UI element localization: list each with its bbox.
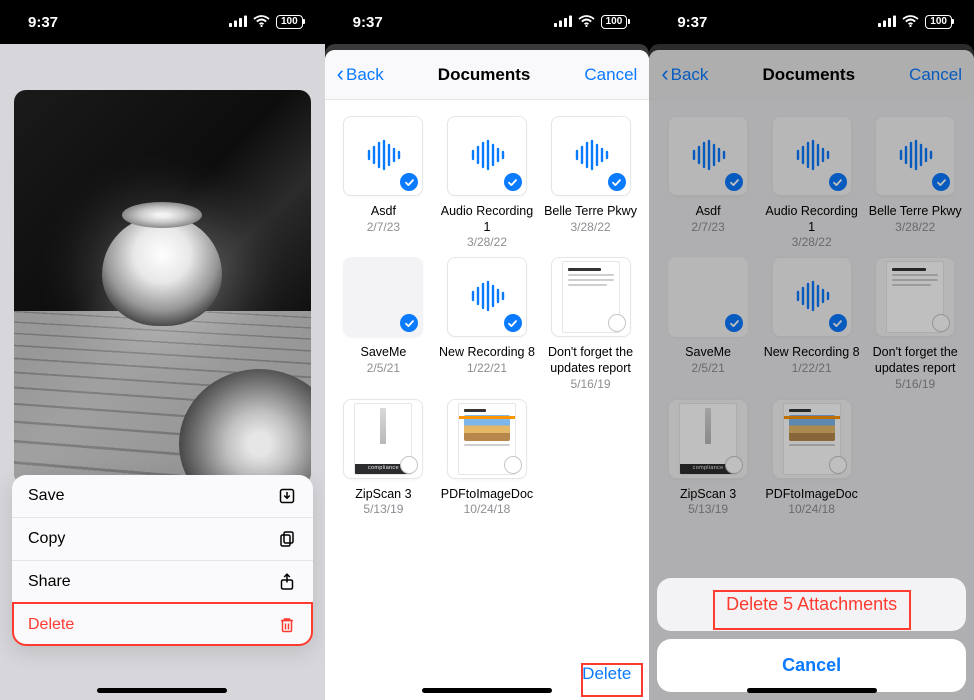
document-item[interactable]: Belle Terre Pkwy3/28/22 bbox=[542, 116, 640, 249]
document-item[interactable]: SaveMe2/5/21 bbox=[335, 257, 433, 390]
status-bar: 9:37 100 bbox=[649, 0, 974, 44]
action-sheet: Delete 5 Attachments Cancel bbox=[657, 578, 966, 692]
unselected-circle-icon bbox=[400, 456, 418, 474]
menu-save[interactable]: Save bbox=[12, 475, 313, 518]
screen-documents-action-sheet: 9:37 100 ‹ Back Documents Cancel Asdf2/7… bbox=[649, 0, 974, 700]
document-thumbnail[interactable] bbox=[551, 116, 631, 196]
document-date: 2/7/23 bbox=[335, 220, 433, 234]
chevron-left-icon: ‹ bbox=[337, 63, 344, 85]
document-name: New Recording 8 bbox=[438, 345, 536, 361]
document-name: SaveMe bbox=[335, 345, 433, 361]
signal-icon bbox=[554, 14, 572, 31]
document-name: PDFtoImageDoc bbox=[438, 487, 536, 503]
unselected-circle-icon bbox=[608, 314, 626, 332]
photo-preview[interactable] bbox=[14, 90, 311, 485]
document-name: Don't forget the updates report bbox=[542, 345, 640, 376]
action-cancel-button[interactable]: Cancel bbox=[657, 639, 966, 692]
status-time: 9:37 bbox=[677, 14, 707, 31]
delete-footer-button[interactable]: Delete bbox=[574, 656, 639, 692]
document-date: 1/22/21 bbox=[438, 361, 536, 375]
checkmark-icon bbox=[400, 173, 418, 191]
status-bar: 9:37 100 bbox=[0, 0, 325, 44]
document-thumbnail[interactable] bbox=[447, 116, 527, 196]
document-item[interactable]: Asdf2/7/23 bbox=[335, 116, 433, 249]
document-thumbnail[interactable] bbox=[447, 257, 527, 337]
document-thumbnail[interactable] bbox=[551, 257, 631, 337]
battery-icon: 100 bbox=[601, 15, 628, 29]
download-icon bbox=[277, 487, 297, 505]
document-date: 3/28/22 bbox=[438, 235, 536, 249]
document-thumbnail[interactable] bbox=[343, 116, 423, 196]
trash-icon bbox=[277, 616, 297, 634]
document-item[interactable]: compliance ZipScan 35/13/19 bbox=[335, 399, 433, 517]
menu-delete-label: Delete bbox=[28, 616, 74, 634]
copy-icon bbox=[277, 530, 297, 548]
document-date: 10/24/18 bbox=[438, 502, 536, 516]
status-time: 9:37 bbox=[353, 14, 383, 31]
menu-delete[interactable]: Delete bbox=[12, 604, 313, 646]
signal-icon bbox=[229, 14, 247, 31]
documents-grid: Asdf2/7/23Audio Recording 13/28/22Belle … bbox=[325, 100, 650, 700]
cancel-button[interactable]: Cancel bbox=[584, 65, 637, 85]
document-date: 5/13/19 bbox=[335, 502, 433, 516]
screen-documents-select: 9:37 100 ‹ Back Documents Cancel Asdf2/7… bbox=[325, 0, 650, 700]
wifi-icon bbox=[578, 14, 595, 31]
document-name: ZipScan 3 bbox=[335, 487, 433, 503]
screen-photo-context-menu: 9:37 100 S bbox=[0, 0, 325, 700]
battery-icon: 100 bbox=[276, 15, 303, 29]
document-date: 5/16/19 bbox=[542, 377, 640, 391]
delete-attachments-button[interactable]: Delete 5 Attachments bbox=[657, 578, 966, 631]
checkmark-icon bbox=[504, 314, 522, 332]
status-time: 9:37 bbox=[28, 14, 58, 31]
document-thumbnail[interactable] bbox=[447, 399, 527, 479]
document-name: Asdf bbox=[335, 204, 433, 220]
document-date: 3/28/22 bbox=[542, 220, 640, 234]
nav-title: Documents bbox=[438, 65, 531, 85]
menu-share-label: Share bbox=[28, 573, 71, 591]
menu-copy[interactable]: Copy bbox=[12, 518, 313, 561]
document-thumbnail[interactable] bbox=[343, 257, 423, 337]
menu-share[interactable]: Share bbox=[12, 561, 313, 604]
back-label: Back bbox=[346, 65, 384, 85]
checkmark-icon bbox=[504, 173, 522, 191]
document-thumbnail[interactable]: compliance bbox=[343, 399, 423, 479]
home-indicator[interactable] bbox=[747, 688, 877, 693]
document-date: 2/5/21 bbox=[335, 361, 433, 375]
unselected-circle-icon bbox=[504, 456, 522, 474]
document-item[interactable]: Audio Recording 13/28/22 bbox=[438, 116, 536, 249]
document-item[interactable]: PDFtoImageDoc10/24/18 bbox=[438, 399, 536, 517]
home-indicator[interactable] bbox=[97, 688, 227, 693]
back-button[interactable]: ‹ Back bbox=[337, 65, 384, 85]
context-menu: Save Copy Share bbox=[12, 475, 313, 646]
document-name: Audio Recording 1 bbox=[438, 204, 536, 235]
wifi-icon bbox=[253, 14, 270, 31]
status-bar: 9:37 100 bbox=[325, 0, 650, 44]
wifi-icon bbox=[902, 14, 919, 31]
menu-save-label: Save bbox=[28, 487, 64, 505]
signal-icon bbox=[878, 14, 896, 31]
nav-bar: ‹ Back Documents Cancel bbox=[325, 50, 650, 100]
home-indicator[interactable] bbox=[422, 688, 552, 693]
document-item[interactable]: Don't forget the updates report5/16/19 bbox=[542, 257, 640, 390]
document-name: Belle Terre Pkwy bbox=[542, 204, 640, 220]
checkmark-icon bbox=[400, 314, 418, 332]
documents-sheet: ‹ Back Documents Cancel Asdf2/7/23Audio … bbox=[325, 50, 650, 700]
battery-icon: 100 bbox=[925, 15, 952, 29]
checkmark-icon bbox=[608, 173, 626, 191]
document-item[interactable]: New Recording 81/22/21 bbox=[438, 257, 536, 390]
share-icon bbox=[277, 573, 297, 591]
menu-copy-label: Copy bbox=[28, 530, 65, 548]
